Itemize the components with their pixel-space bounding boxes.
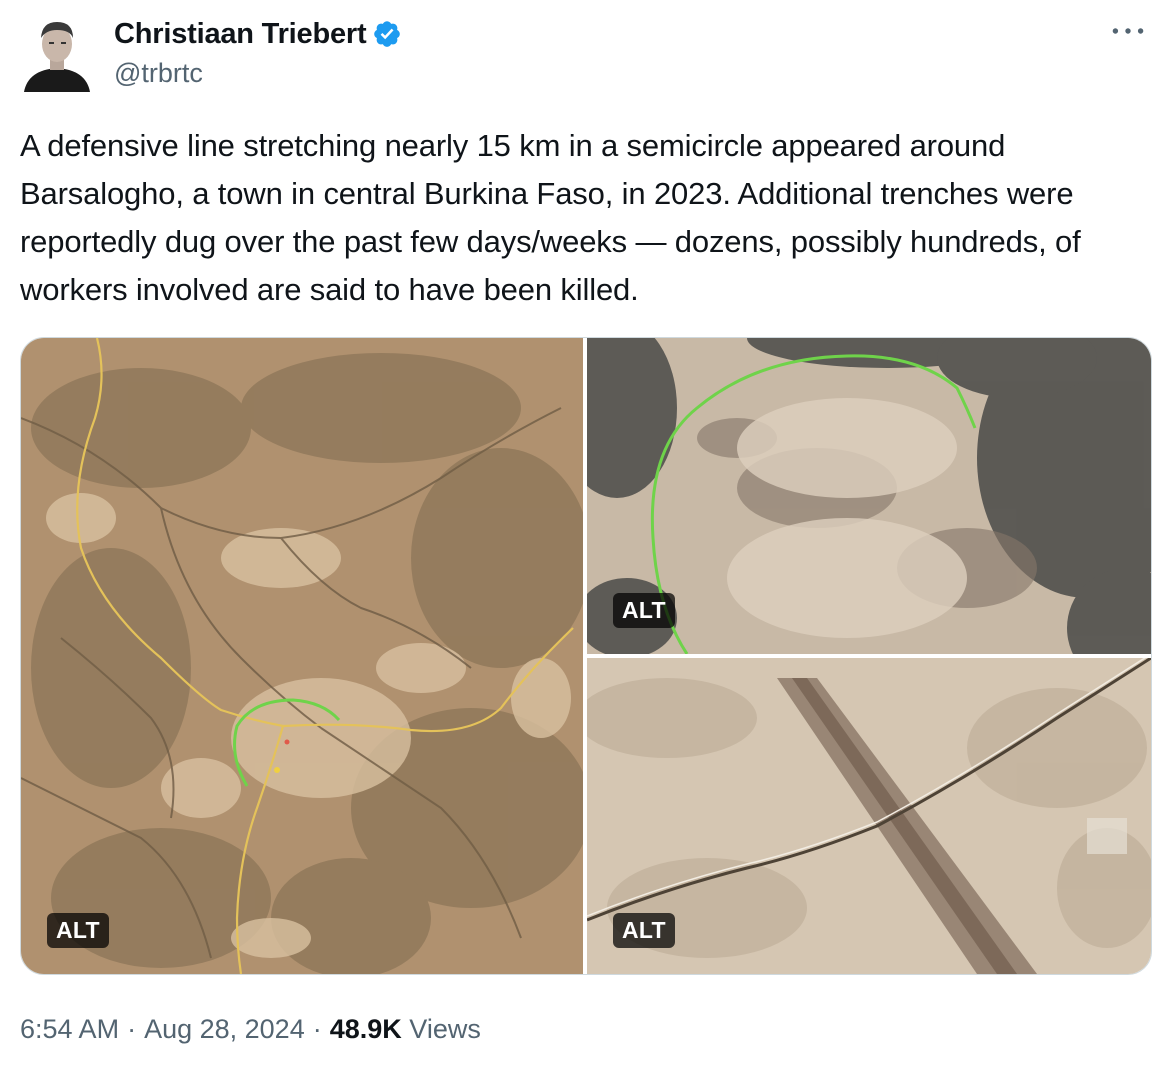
media-image-3[interactable]: ALT xyxy=(587,658,1151,974)
more-options-button[interactable] xyxy=(1108,18,1148,44)
avatar[interactable] xyxy=(20,12,94,92)
tweet-time[interactable]: 6:54 AM xyxy=(20,1014,119,1045)
author-name[interactable]: Christiaan Triebert xyxy=(114,18,367,51)
alt-badge[interactable]: ALT xyxy=(613,593,675,628)
more-icon xyxy=(1112,28,1144,34)
meta-separator: · xyxy=(127,1014,137,1044)
avatar-photo xyxy=(20,15,94,92)
author-row: Christiaan Triebert xyxy=(114,14,402,54)
media-image-1[interactable]: ALT xyxy=(21,338,583,974)
media-grid: ALT ALT ALT xyxy=(20,337,1152,975)
alt-badge[interactable]: ALT xyxy=(613,913,675,948)
tweet-date[interactable]: Aug 28, 2024 xyxy=(144,1014,305,1045)
views-label[interactable]: Views xyxy=(409,1014,481,1045)
media-image-2[interactable]: ALT xyxy=(587,338,1151,654)
alt-badge[interactable]: ALT xyxy=(47,913,109,948)
verified-badge-icon[interactable] xyxy=(372,19,402,49)
tweet-meta: 6:54 AM · Aug 28, 2024 · 48.9K Views xyxy=(20,1014,481,1045)
tweet-text: A defensive line stretching nearly 15 km… xyxy=(20,128,1081,307)
meta-separator: · xyxy=(312,1014,322,1044)
views-count[interactable]: 48.9K xyxy=(330,1014,402,1045)
satellite-map-overview xyxy=(21,338,583,974)
author-handle[interactable]: @trbrtc xyxy=(114,58,203,89)
